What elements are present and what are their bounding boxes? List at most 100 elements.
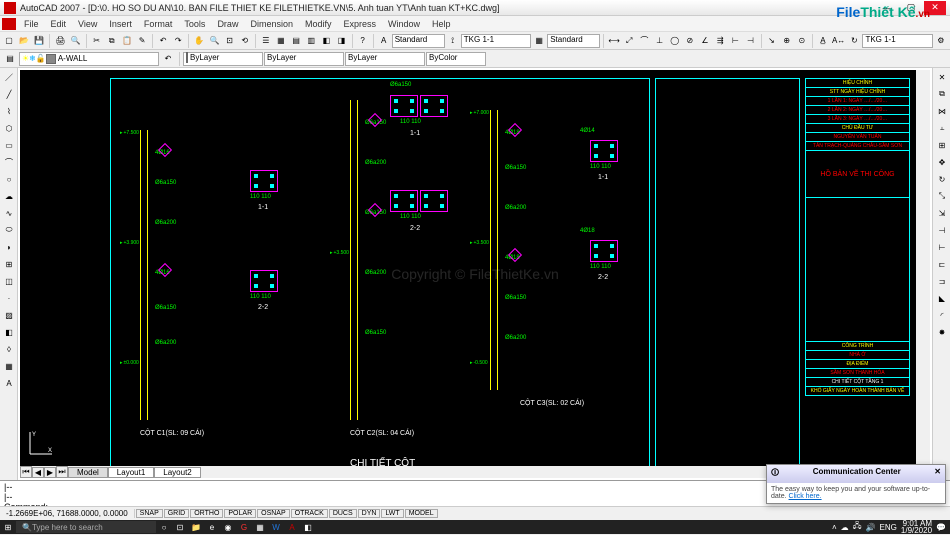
break-button[interactable]: ⊏ — [934, 256, 950, 272]
copy-button[interactable]: ⧉ — [105, 33, 119, 49]
popup-close-button[interactable]: ✕ — [934, 467, 941, 481]
tray-volume-icon[interactable]: 🔊 — [866, 523, 876, 532]
properties-button[interactable]: ☰ — [259, 33, 273, 49]
rotate-button[interactable]: ↻ — [934, 171, 950, 187]
layer-manager-button[interactable]: ▤ — [2, 51, 18, 67]
snap-toggle[interactable]: SNAP — [136, 509, 163, 518]
drawing-canvas[interactable]: +7.500 +3.900 ±0.000 4Ø16 Ø6a150 Ø6a200 … — [20, 70, 930, 478]
model-toggle[interactable]: MODEL — [405, 509, 438, 518]
undo-button[interactable]: ↶ — [156, 33, 170, 49]
tray-lang[interactable]: ENG — [880, 523, 897, 532]
extend-button[interactable]: ⊢ — [934, 239, 950, 255]
taskview-icon[interactable]: ⊡ — [172, 520, 188, 534]
dim-ord-button[interactable]: ⊥ — [652, 33, 666, 49]
menu-dimension[interactable]: Dimension — [244, 19, 299, 29]
save-button[interactable]: 💾 — [32, 33, 46, 49]
point-button[interactable]: · — [1, 290, 17, 306]
table-button[interactable]: ▦ — [1, 358, 17, 374]
dimtedit-button[interactable]: A↔ — [831, 33, 846, 49]
spline-button[interactable]: ∿ — [1, 205, 17, 221]
color-combo[interactable]: ByLayer — [183, 52, 263, 66]
word-icon[interactable]: W — [268, 520, 284, 534]
dim-dia-button[interactable]: ⊘ — [683, 33, 697, 49]
vertical-scrollbar[interactable] — [916, 70, 930, 466]
pan-button[interactable]: ✋ — [192, 33, 206, 49]
grid-toggle[interactable]: GRID — [164, 509, 190, 518]
block-button[interactable]: ◫ — [1, 273, 17, 289]
text-style-combo[interactable]: Standard — [392, 34, 445, 48]
tablestyle-icon[interactable]: ▦ — [532, 33, 546, 49]
insert-button[interactable]: ⊞ — [1, 256, 17, 272]
zoom-prev-button[interactable]: ⟲ — [238, 33, 252, 49]
open-button[interactable]: 📂 — [17, 33, 31, 49]
tab-layout2[interactable]: Layout2 — [154, 467, 200, 478]
osnap-toggle[interactable]: OSNAP — [257, 509, 290, 518]
copy2-button[interactable]: ⧉ — [934, 86, 950, 102]
menu-draw[interactable]: Draw — [211, 19, 244, 29]
new-button[interactable]: ▢ — [2, 33, 16, 49]
join-button[interactable]: ⊐ — [934, 273, 950, 289]
dim-style-combo-2[interactable]: TKG 1-1 — [862, 34, 932, 48]
menu-format[interactable]: Format — [138, 19, 179, 29]
dim-rad-button[interactable]: ◯ — [668, 33, 682, 49]
menu-file[interactable]: File — [18, 19, 45, 29]
dim-style-combo[interactable]: TKG 1-1 — [461, 34, 531, 48]
menu-help[interactable]: Help — [426, 19, 457, 29]
app-icon-2[interactable]: ▦ — [252, 520, 268, 534]
popup-link[interactable]: Click here. — [789, 493, 822, 500]
erase-button[interactable]: ✕ — [934, 69, 950, 85]
menu-express[interactable]: Express — [338, 19, 383, 29]
scale-button[interactable]: ⤡ — [934, 188, 950, 204]
tab-last-button[interactable]: ⏭ — [56, 466, 68, 478]
tp-button[interactable]: ▤ — [289, 33, 303, 49]
plotstyle-combo[interactable]: ByColor — [426, 52, 486, 66]
region-button[interactable]: ◊ — [1, 341, 17, 357]
offset-button[interactable]: ⫠ — [934, 120, 950, 136]
chrome-icon[interactable]: ◉ — [220, 520, 236, 534]
rectangle-button[interactable]: ▭ — [1, 137, 17, 153]
notifications-icon[interactable]: 💬 — [936, 523, 946, 532]
menu-window[interactable]: Window — [382, 19, 426, 29]
stretch-button[interactable]: ⇲ — [934, 205, 950, 221]
tray-chevron-icon[interactable]: ˄ — [832, 523, 837, 532]
help-button[interactable]: ? — [356, 33, 370, 49]
start-button[interactable]: ⊞ — [0, 520, 16, 534]
pline-button[interactable]: ⌇ — [1, 103, 17, 119]
markup-button[interactable]: ◧ — [319, 33, 333, 49]
mtext-button[interactable]: A — [1, 375, 17, 391]
autocad-taskbar-icon[interactable]: A — [284, 520, 300, 534]
dim-quick-button[interactable]: ⇶ — [713, 33, 727, 49]
edge-icon[interactable]: e — [204, 520, 220, 534]
otrack-toggle[interactable]: OTRACK — [291, 509, 328, 518]
linetype-combo[interactable]: ByLayer — [264, 52, 344, 66]
arc-button[interactable]: ⌒ — [1, 154, 17, 170]
gradient-button[interactable]: ◧ — [1, 324, 17, 340]
revcloud-button[interactable]: ☁ — [1, 188, 17, 204]
table-style-combo[interactable]: Standard — [547, 34, 600, 48]
dim-aligned-button[interactable]: ⤢ — [622, 33, 636, 49]
menu-view[interactable]: View — [72, 19, 103, 29]
mirror-button[interactable]: ⋈ — [934, 103, 950, 119]
paste-button[interactable]: 📋 — [120, 33, 134, 49]
tab-prev-button[interactable]: ◀ — [32, 467, 44, 478]
ellipsearc-button[interactable]: ◗ — [1, 239, 17, 255]
plot-button[interactable]: 🖨 — [53, 33, 67, 49]
lineweight-combo[interactable]: ByLayer — [345, 52, 425, 66]
dim-linear-button[interactable]: ⟷ — [607, 33, 621, 49]
dimstyle-icon[interactable]: ⟟ — [446, 33, 460, 49]
menu-edit[interactable]: Edit — [45, 19, 73, 29]
cut-button[interactable]: ✂ — [90, 33, 104, 49]
cortana-icon[interactable]: ○ — [156, 520, 172, 534]
chamfer-button[interactable]: ◣ — [934, 290, 950, 306]
layer-prev-button[interactable]: ↶ — [160, 51, 176, 67]
center-button[interactable]: ⊙ — [795, 33, 809, 49]
tab-first-button[interactable]: ⏮ — [20, 466, 32, 478]
move-button[interactable]: ✥ — [934, 154, 950, 170]
tab-model[interactable]: Model — [68, 467, 108, 478]
qc-button[interactable]: ◨ — [335, 33, 349, 49]
preview-button[interactable]: 🔍 — [69, 33, 83, 49]
zoom-button[interactable]: 🔍 — [207, 33, 221, 49]
polar-toggle[interactable]: POLAR — [224, 509, 256, 518]
tab-next-button[interactable]: ▶ — [44, 467, 56, 478]
array-button[interactable]: ⊞ — [934, 137, 950, 153]
